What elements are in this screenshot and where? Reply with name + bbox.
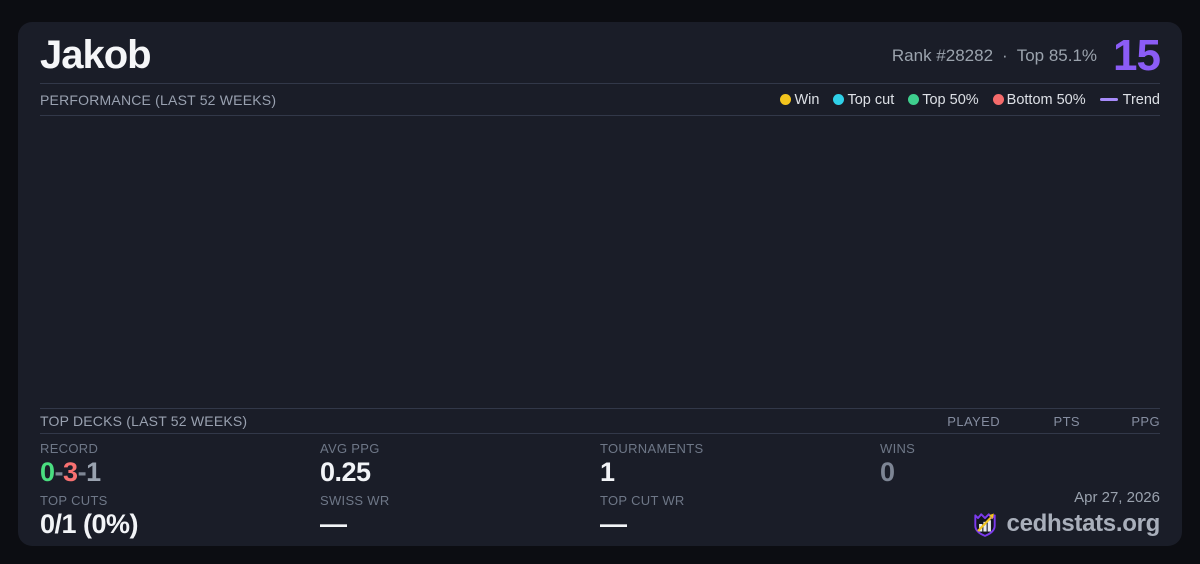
page-title: Jakob: [40, 33, 152, 77]
record-value: 0-3-1: [40, 457, 101, 487]
top-percent: Top 85.1%: [1016, 45, 1098, 65]
legend-item-top-50: Top 50%: [908, 92, 979, 108]
stat-top-cuts: TOP CUTS 0/1 (0%): [40, 493, 139, 539]
stat-record: RECORD 0-3-1: [40, 441, 320, 493]
stats-grid: RECORD 0-3-1 AVG PPG 0.25 TOURNAMENTS 1 …: [40, 434, 1160, 546]
record-wins: 0: [40, 457, 55, 487]
player-stats-card: Jakob Rank #28282 · Top 85.1% 15 PERFORM…: [18, 22, 1182, 546]
cedhstats-logo-icon: [973, 513, 996, 537]
date-label: Apr 27, 2026: [1074, 489, 1160, 506]
win-dot-icon: [780, 94, 792, 105]
trend-line-icon: [1099, 98, 1118, 101]
rank-text: Rank #28282 · Top 85.1%: [892, 46, 1097, 66]
site-name: cedhstats.org: [1006, 510, 1161, 537]
top-decks-columns: PLAYED PTS PPG: [900, 414, 1160, 429]
legend-item-win: Win: [780, 92, 819, 108]
record-draws: 1: [86, 457, 101, 487]
stat-swiss-wr: SWISS WR —: [320, 493, 390, 539]
stat-avg-ppg: AVG PPG 0.25: [320, 441, 380, 487]
score-value: 15: [1113, 30, 1161, 80]
legend-item-bottom-50: Bottom 50%: [992, 92, 1086, 108]
stat-top-cut-wr: TOP CUT WR —: [600, 493, 685, 539]
top-50-dot-icon: [908, 94, 920, 105]
column-header-pts: PTS: [1053, 413, 1080, 429]
record-losses: 3: [63, 457, 78, 487]
rank-number: Rank #28282: [891, 45, 994, 65]
chart-legend: Win Top cut Top 50% Bottom 50% Trend: [780, 92, 1160, 108]
stat-tournaments: TOURNAMENTS 1: [600, 441, 704, 487]
top-cut-dot-icon: [833, 94, 845, 105]
site-branding: Apr 27, 2026 cedhstats.org: [971, 489, 1160, 538]
top-decks-title: TOP DECKS (LAST 52 WEEKS): [40, 413, 248, 429]
rank-separator: ·: [1002, 45, 1008, 65]
header-rank-block: Rank #28282 · Top 85.1% 15: [892, 30, 1161, 80]
legend-item-trend: Trend: [1099, 92, 1160, 108]
bottom-50-dot-icon: [992, 94, 1004, 105]
column-header-ppg: PPG: [1131, 413, 1160, 429]
performance-header: PERFORMANCE (LAST 52 WEEKS) Win Top cut …: [40, 84, 1160, 115]
performance-chart: [40, 116, 1160, 408]
top-decks-header: TOP DECKS (LAST 52 WEEKS) PLAYED PTS PPG: [40, 409, 1160, 433]
card-header: Jakob Rank #28282 · Top 85.1% 15: [40, 22, 1161, 83]
column-header-played: PLAYED: [947, 413, 1000, 429]
stat-wins: WINS 0: [880, 441, 916, 487]
performance-title: PERFORMANCE (LAST 52 WEEKS): [40, 91, 277, 108]
legend-item-top-cut: Top cut: [833, 92, 894, 108]
